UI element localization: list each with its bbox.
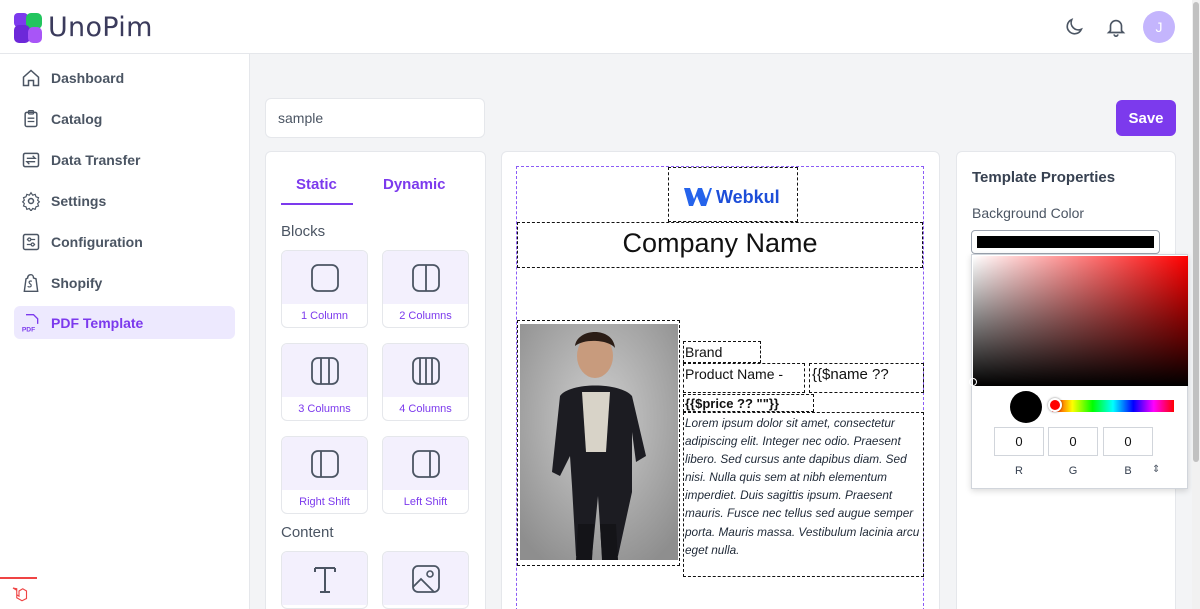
laravel-debug-icon[interactable] xyxy=(0,577,37,609)
product-image xyxy=(520,324,678,560)
sidebar-item-settings[interactable]: Settings xyxy=(14,184,235,217)
tab-static[interactable]: Static xyxy=(296,176,337,193)
blue-label: B xyxy=(1124,465,1132,477)
sidebar-item-configuration[interactable]: Configuration xyxy=(14,225,235,258)
shopify-icon xyxy=(21,273,41,293)
four-columns-icon xyxy=(411,356,440,385)
sidebar-item-label: Shopify xyxy=(51,274,103,291)
brand-label: Brand xyxy=(685,344,723,360)
green-input[interactable]: 0 xyxy=(1048,427,1098,456)
blue-input[interactable]: 0 xyxy=(1103,427,1153,456)
unopim-logo-icon xyxy=(14,12,42,43)
transfer-icon xyxy=(21,150,41,170)
template-name-input[interactable]: sample xyxy=(265,98,485,138)
product-name-label: Product Name - xyxy=(685,366,784,382)
hue-knob[interactable] xyxy=(1048,398,1062,412)
block-1-column[interactable]: 1 Column xyxy=(281,250,368,328)
content-text-item[interactable] xyxy=(281,551,368,609)
home-icon xyxy=(21,68,41,88)
sidebar-item-data-transfer[interactable]: Data Transfer xyxy=(14,143,235,176)
saturation-area[interactable] xyxy=(973,256,1188,386)
content-section-title: Content xyxy=(281,524,334,541)
background-color-label: Background Color xyxy=(972,205,1085,221)
sidebar-item-label: Configuration xyxy=(51,233,143,250)
tab-dynamic[interactable]: Dynamic xyxy=(383,176,446,193)
product-name-placeholder: {{$name ?? xyxy=(812,366,889,383)
block-label: 1 Column xyxy=(300,310,349,322)
saturation-knob[interactable] xyxy=(969,378,977,386)
price-placeholder: {{$price ?? ""}} xyxy=(685,396,779,411)
active-tab-indicator xyxy=(281,203,353,205)
sidebar-item-label: Catalog xyxy=(51,110,103,127)
green-label: G xyxy=(1068,465,1078,477)
blocks-section-title: Blocks xyxy=(281,223,326,240)
sidebar-item-label: Settings xyxy=(51,192,107,209)
sidebar: Dashboard Catalog Data Transfer Settings… xyxy=(0,54,250,609)
save-button[interactable]: Save xyxy=(1116,100,1176,136)
sidebar-item-dashboard[interactable]: Dashboard xyxy=(14,61,235,94)
sidebar-item-label: PDF Template xyxy=(51,314,144,331)
properties-title: Template Properties xyxy=(972,169,1116,186)
text-icon xyxy=(313,566,336,593)
two-columns-icon xyxy=(411,263,440,292)
hue-slider[interactable] xyxy=(1052,400,1174,412)
sidebar-item-pdf-template[interactable]: PDF PDF Template xyxy=(14,306,235,339)
webkul-logo-text: Webkul xyxy=(716,187,780,207)
block-label: 2 Columns xyxy=(399,310,452,322)
block-label: Left Shift xyxy=(403,496,448,508)
left-shift-icon xyxy=(411,449,440,478)
block-4-columns[interactable]: 4 Columns xyxy=(382,343,469,421)
block-label: Right Shift xyxy=(299,496,350,508)
sidebar-item-catalog[interactable]: Catalog xyxy=(14,102,235,135)
red-label: R xyxy=(1015,465,1023,477)
top-header: UnoPim J xyxy=(0,0,1200,54)
format-toggle-icon[interactable]: ⇕ xyxy=(1152,464,1160,475)
block-right-shift[interactable]: Right Shift xyxy=(281,436,368,514)
product-description: Lorem ipsum dolor sit amet, consectetur … xyxy=(685,416,920,557)
clipboard-icon xyxy=(21,109,41,129)
one-column-icon xyxy=(310,263,339,292)
color-swatch xyxy=(1010,391,1042,423)
company-name: Company Name xyxy=(622,228,818,258)
webkul-logo-icon xyxy=(684,188,712,206)
red-input[interactable]: 0 xyxy=(994,427,1044,456)
page-scrollbar[interactable] xyxy=(1192,0,1200,609)
pdf-icon: PDF xyxy=(21,313,41,333)
scrollbar-thumb[interactable] xyxy=(1193,2,1199,462)
sidebar-item-shopify[interactable]: Shopify xyxy=(14,266,235,299)
svg-text:PDF: PDF xyxy=(22,326,35,333)
block-2-columns[interactable]: 2 Columns xyxy=(382,250,469,328)
sidebar-item-label: Data Transfer xyxy=(51,151,141,168)
sidebar-item-label: Dashboard xyxy=(51,69,125,86)
app-logo[interactable]: UnoPim xyxy=(14,12,153,43)
image-icon xyxy=(411,564,440,593)
color-preview xyxy=(977,236,1154,248)
sliders-icon xyxy=(21,232,41,252)
app-name: UnoPim xyxy=(48,12,153,43)
block-label: 3 Columns xyxy=(298,403,351,415)
gear-icon xyxy=(21,191,41,211)
content-image-item[interactable] xyxy=(382,551,469,609)
color-picker: 0 0 0 R G B ⇕ xyxy=(969,254,1188,489)
block-3-columns[interactable]: 3 Columns xyxy=(281,343,368,421)
three-columns-icon xyxy=(310,356,339,385)
block-label: 4 Columns xyxy=(399,403,452,415)
moon-icon[interactable] xyxy=(1063,16,1085,38)
right-shift-icon xyxy=(310,449,339,478)
bell-icon[interactable] xyxy=(1105,16,1127,38)
avatar[interactable]: J xyxy=(1143,11,1175,43)
block-left-shift[interactable]: Left Shift xyxy=(382,436,469,514)
background-color-field[interactable] xyxy=(971,230,1160,254)
